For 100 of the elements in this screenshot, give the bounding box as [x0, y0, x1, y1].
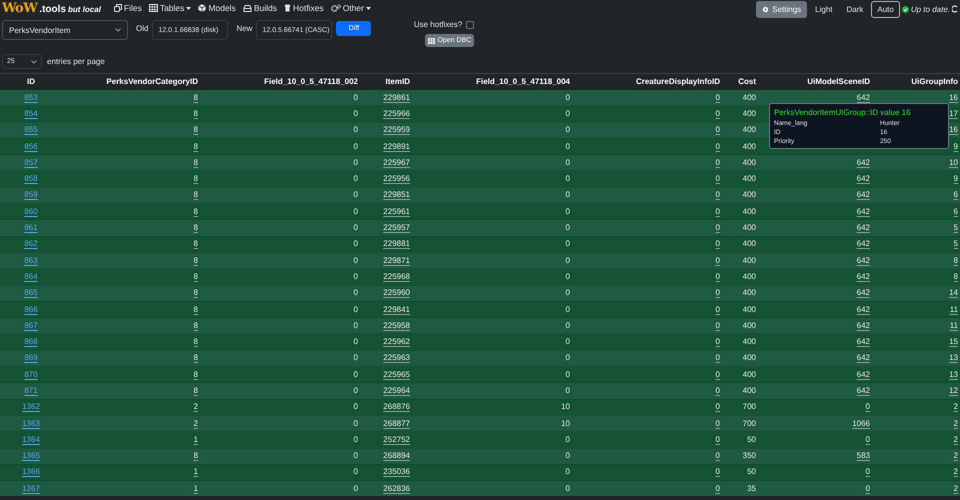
cell-link[interactable]: 2 — [954, 434, 958, 444]
theme-button[interactable]: Auto — [871, 0, 900, 18]
cell-link[interactable]: 642 — [856, 256, 870, 265]
cell-link[interactable]: 1 — [194, 434, 198, 444]
cell-link[interactable]: 642 — [856, 353, 870, 362]
nav-item[interactable]: Builds — [242, 3, 277, 13]
cell-link[interactable]: 17 — [949, 108, 958, 118]
theme-button[interactable]: Light — [809, 0, 838, 18]
cell-link[interactable]: 1 — [194, 467, 198, 476]
cell-link[interactable]: 8 — [194, 370, 198, 379]
column-header[interactable]: CreatureDisplayInfoID — [636, 77, 720, 86]
cell-link[interactable]: 0 — [716, 288, 720, 298]
cell-link[interactable]: 8 — [194, 142, 198, 151]
cell-link[interactable]: 0 — [716, 158, 720, 167]
cell-link[interactable]: 0 — [716, 125, 720, 134]
id-link[interactable]: 1362 — [22, 402, 40, 412]
theme-button[interactable]: Dark — [840, 0, 870, 18]
id-link[interactable]: 864 — [24, 272, 38, 281]
cell-link[interactable]: 0 — [716, 108, 720, 118]
cell-link[interactable]: 15 — [949, 337, 958, 346]
cell-link[interactable]: 16 — [949, 125, 958, 134]
cell-link[interactable]: 642 — [856, 337, 870, 346]
nav-item[interactable]: Tables — [148, 3, 192, 13]
cell-link[interactable]: 2 — [954, 484, 958, 493]
cell-link[interactable]: 0 — [716, 190, 720, 200]
cell-link[interactable]: 2 — [954, 402, 958, 412]
column-header[interactable]: UiGroupInfo — [911, 77, 958, 86]
cell-link[interactable]: 11 — [950, 320, 958, 330]
cell-link[interactable]: 642 — [856, 190, 870, 200]
cell-link[interactable]: 8 — [194, 223, 198, 232]
id-link[interactable]: 866 — [24, 304, 38, 314]
cell-link[interactable]: 0 — [866, 402, 870, 412]
cell-link[interactable]: 2 — [954, 467, 958, 476]
cell-link[interactable]: 0 — [716, 353, 720, 362]
cell-link[interactable]: 642 — [856, 304, 870, 314]
cell-link[interactable]: 0 — [716, 337, 720, 346]
cell-link[interactable]: 0 — [716, 256, 720, 265]
cell-link[interactable]: 6 — [954, 206, 958, 216]
cell-link[interactable]: 8 — [194, 288, 198, 298]
nav-item[interactable]: Models — [198, 3, 236, 13]
cell-link[interactable]: 0 — [866, 484, 870, 493]
column-header[interactable]: Field_10_0_5_47118_004 — [476, 77, 570, 86]
cell-link[interactable]: 0 — [716, 92, 720, 102]
cell-link[interactable]: 8 — [954, 256, 958, 265]
cell-link[interactable]: 0 — [716, 304, 720, 314]
cell-link[interactable]: 2 — [954, 418, 958, 428]
cell-link[interactable]: 0 — [716, 434, 720, 444]
settings-button[interactable]: Settings — [756, 0, 808, 18]
refresh-icon[interactable] — [952, 5, 958, 13]
cell-link[interactable]: 642 — [856, 239, 870, 248]
cell-link[interactable]: 8 — [194, 206, 198, 216]
cell-link[interactable]: 9 — [954, 142, 958, 151]
column-header[interactable]: Field_10_0_5_47118_002 — [264, 77, 358, 86]
column-header[interactable]: PerksVendorCategoryID — [106, 77, 198, 86]
cell-link[interactable]: 642 — [856, 272, 870, 281]
id-link[interactable]: 856 — [24, 142, 38, 151]
cell-link[interactable]: 9 — [954, 174, 958, 184]
cell-link[interactable]: 2 — [194, 402, 198, 412]
cell-link[interactable]: 14 — [949, 288, 958, 298]
cell-link[interactable]: 12 — [949, 386, 958, 395]
column-header[interactable]: ID — [27, 77, 35, 86]
cell-link[interactable]: 0 — [716, 370, 720, 379]
cell-link[interactable]: 642 — [856, 223, 870, 232]
nav-item[interactable]: Hotfixes — [284, 3, 324, 13]
cell-link[interactable]: 0 — [866, 434, 870, 444]
cell-link[interactable]: 0 — [716, 223, 720, 232]
nav-item[interactable]: Files — [114, 3, 142, 13]
cell-link[interactable]: 8 — [194, 272, 198, 281]
cell-link[interactable]: 16 — [949, 92, 958, 102]
column-header[interactable]: ItemID — [386, 77, 410, 86]
id-link[interactable]: 870 — [24, 370, 38, 379]
cell-link[interactable]: 8 — [194, 386, 198, 395]
cell-link[interactable]: 0 — [716, 451, 720, 460]
cell-link[interactable]: 13 — [949, 353, 958, 362]
id-link[interactable]: 862 — [24, 239, 38, 248]
cell-link[interactable]: 642 — [856, 386, 870, 395]
cell-link[interactable]: 0 — [866, 467, 870, 476]
hotfixes-checkbox[interactable] — [466, 20, 474, 28]
cell-link[interactable]: 583 — [856, 451, 870, 460]
cell-link[interactable]: 1066 — [852, 418, 870, 428]
cell-link[interactable]: 642 — [856, 174, 870, 184]
column-header[interactable]: Cost — [738, 77, 756, 86]
id-link[interactable]: 854 — [24, 108, 38, 118]
cell-link[interactable]: 642 — [856, 158, 870, 167]
cell-link[interactable]: 0 — [716, 402, 720, 412]
cell-link[interactable]: 642 — [856, 320, 870, 330]
table-select[interactable]: PerksVendorItem — [2, 20, 128, 40]
nav-item[interactable]: Other — [330, 3, 371, 13]
cell-link[interactable]: 642 — [856, 206, 870, 216]
cell-link[interactable]: 642 — [856, 92, 870, 102]
id-link[interactable]: 858 — [24, 174, 38, 184]
cell-link[interactable]: 0 — [716, 386, 720, 395]
cell-link[interactable]: 8 — [194, 190, 198, 200]
cell-link[interactable]: 0 — [716, 272, 720, 281]
cell-link[interactable]: 10 — [949, 158, 958, 167]
cell-link[interactable]: 1 — [194, 484, 198, 493]
cell-link[interactable]: 8 — [194, 239, 198, 248]
cell-link[interactable]: 6 — [954, 190, 958, 200]
cell-link[interactable]: 8 — [194, 125, 198, 134]
cell-link[interactable]: 0 — [716, 418, 720, 428]
